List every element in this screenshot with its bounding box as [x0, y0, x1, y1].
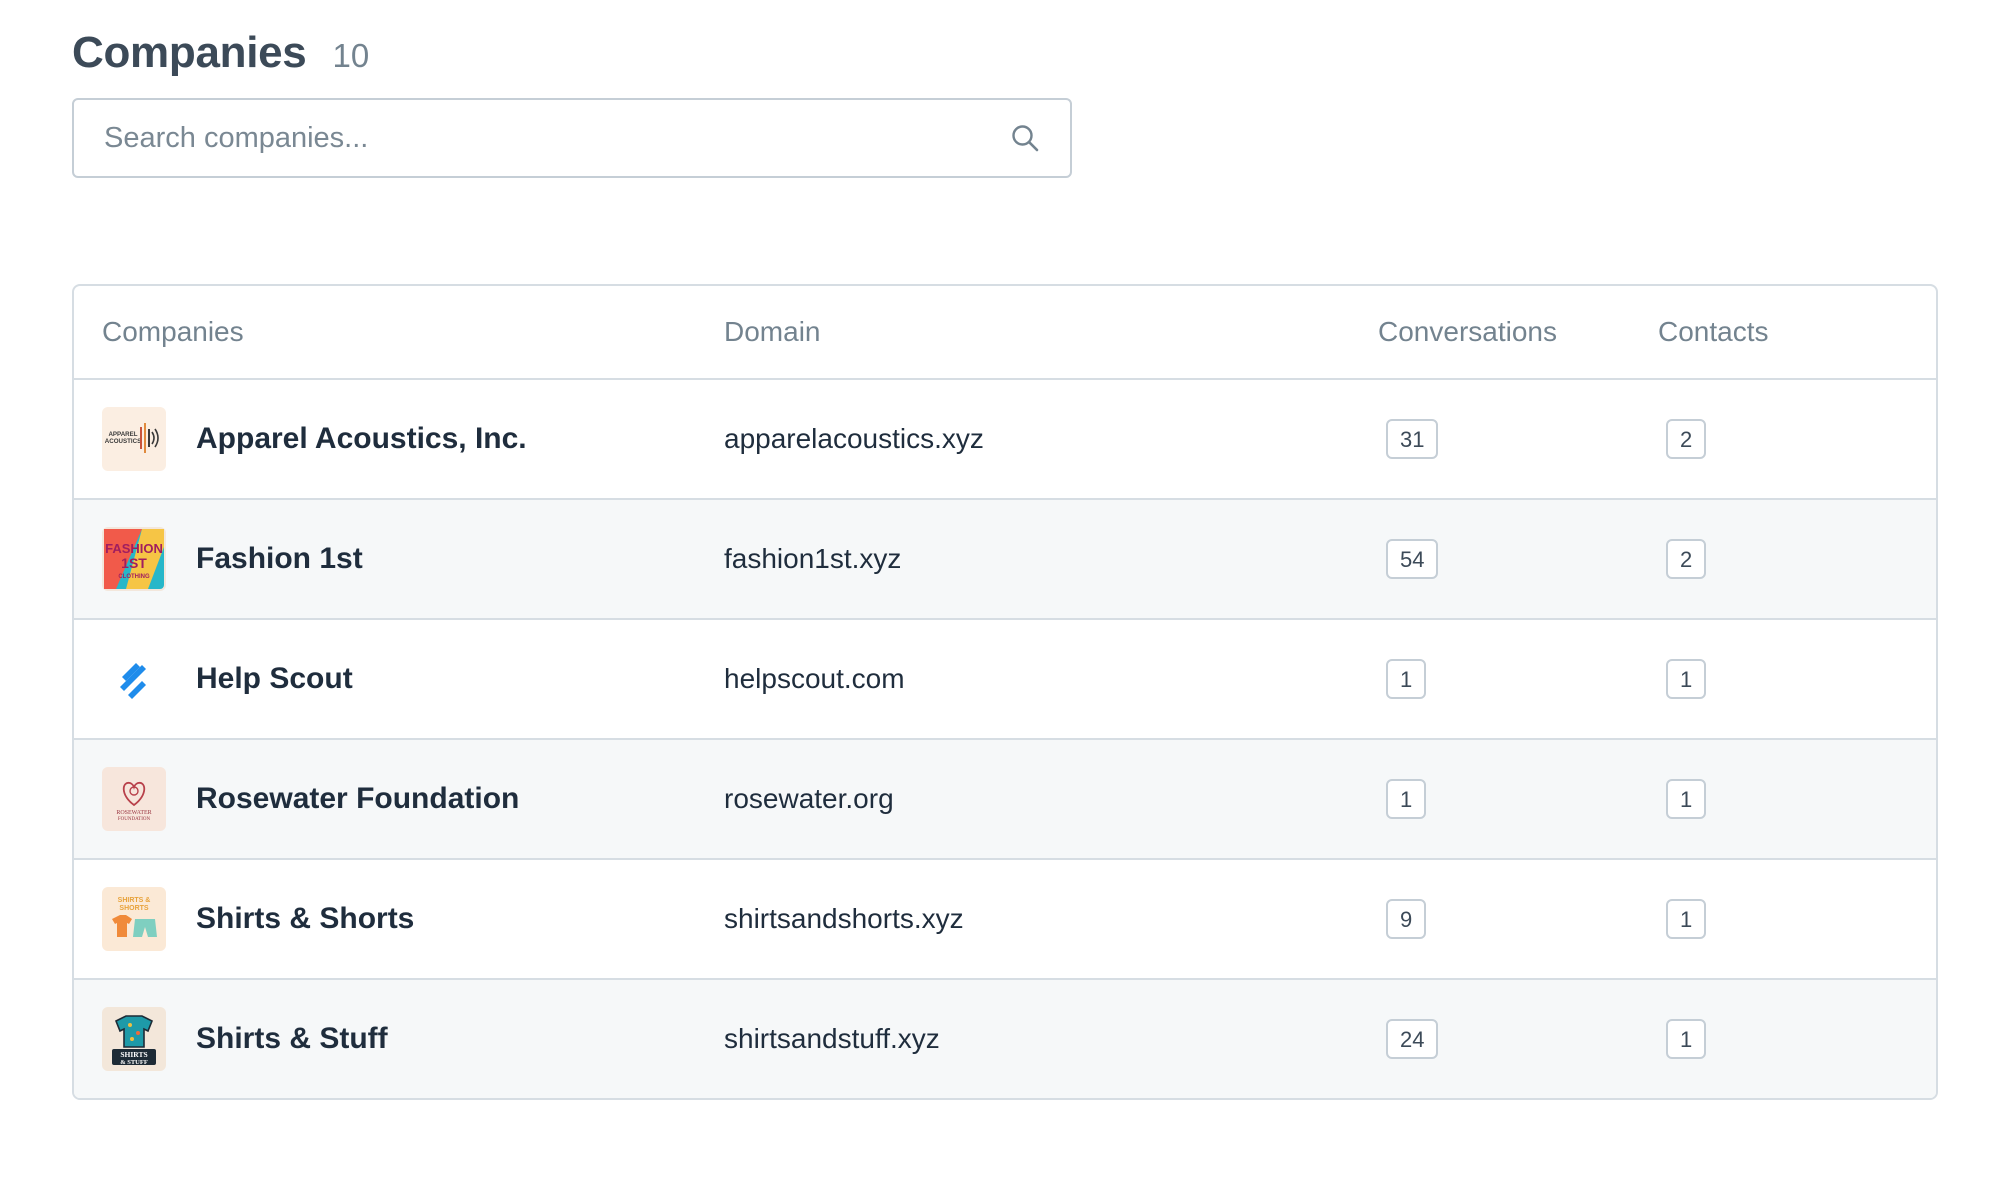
company-name[interactable]: Help Scout	[196, 662, 353, 696]
company-name[interactable]: Shirts & Shorts	[196, 902, 414, 936]
conversations-cell: 9	[1378, 899, 1658, 939]
conversations-cell: 54	[1378, 539, 1658, 579]
table-row[interactable]: SHIRTS & STUFF Shirts & Stuff shirtsands…	[74, 980, 1936, 1098]
contacts-cell: 2	[1658, 419, 1936, 459]
contacts-cell: 1	[1658, 659, 1936, 699]
conversations-cell: 31	[1378, 419, 1658, 459]
company-domain: helpscout.com	[724, 663, 905, 694]
column-header-companies[interactable]: Companies	[74, 316, 724, 348]
company-cell: SHIRTS & SHORTS Shirts & Shorts	[74, 887, 724, 951]
column-header-contacts[interactable]: Contacts	[1658, 316, 1936, 348]
conversations-count-badge: 54	[1386, 539, 1439, 579]
table-header: Companies Domain Conversations Contacts	[74, 286, 1936, 380]
search-field[interactable]	[72, 98, 1072, 178]
company-domain: shirtsandstuff.xyz	[724, 1023, 940, 1054]
search-icon[interactable]	[1008, 121, 1042, 155]
company-cell: ROSEWATER FOUNDATION Rosewater Foundatio…	[74, 767, 724, 831]
svg-text:FOUNDATION: FOUNDATION	[118, 817, 151, 822]
contacts-count-badge: 1	[1666, 659, 1707, 699]
conversations-cell: 1	[1378, 779, 1658, 819]
conversations-cell: 24	[1378, 1019, 1658, 1059]
domain-cell: rosewater.org	[724, 783, 1378, 815]
svg-text:& STUFF: & STUFF	[120, 1059, 148, 1066]
svg-text:SHORTS: SHORTS	[119, 905, 149, 912]
svg-text:SHIRTS: SHIRTS	[120, 1050, 147, 1059]
page-title: Companies	[72, 28, 307, 77]
svg-text:1ST: 1ST	[121, 555, 147, 571]
table-row[interactable]: APPAREL ACOUSTICS Apparel Acoustics, Inc…	[74, 380, 1936, 500]
search-input[interactable]	[104, 121, 1008, 155]
table-row[interactable]: SHIRTS & SHORTS Shirts & Shorts shirtsan…	[74, 860, 1936, 980]
svg-text:ROSEWATER: ROSEWATER	[116, 810, 151, 816]
conversations-count-badge: 24	[1386, 1019, 1439, 1059]
conversations-count-badge: 9	[1386, 899, 1427, 939]
contacts-count-badge: 1	[1666, 779, 1707, 819]
svg-text:SHIRTS &: SHIRTS &	[118, 897, 151, 904]
conversations-cell: 1	[1378, 659, 1658, 699]
table-row[interactable]: FASHION 1ST CLOTHING Fashion 1st fashion…	[74, 500, 1936, 620]
conversations-count-badge: 1	[1386, 659, 1427, 699]
conversations-count-badge: 31	[1386, 419, 1439, 459]
company-cell: Help Scout	[74, 647, 724, 711]
column-header-conversations[interactable]: Conversations	[1378, 316, 1658, 348]
shirts-and-shorts-logo: SHIRTS & SHORTS	[102, 887, 166, 951]
company-cell: APPAREL ACOUSTICS Apparel Acoustics, Inc…	[74, 407, 724, 471]
shirts-and-stuff-logo: SHIRTS & STUFF	[102, 1007, 166, 1071]
contacts-count-badge: 2	[1666, 419, 1707, 459]
company-name[interactable]: Apparel Acoustics, Inc.	[196, 422, 527, 456]
domain-cell: shirtsandshorts.xyz	[724, 903, 1378, 935]
contacts-cell: 1	[1658, 779, 1936, 819]
contacts-count-badge: 1	[1666, 899, 1707, 939]
rosewater-foundation-logo: ROSEWATER FOUNDATION	[102, 767, 166, 831]
help-scout-logo	[102, 647, 166, 711]
domain-cell: apparelacoustics.xyz	[724, 423, 1378, 455]
company-cell: SHIRTS & STUFF Shirts & Stuff	[74, 1007, 724, 1071]
column-header-domain[interactable]: Domain	[724, 316, 1378, 348]
company-domain: rosewater.org	[724, 783, 894, 814]
apparel-acoustics-logo: APPAREL ACOUSTICS	[102, 407, 166, 471]
domain-cell: helpscout.com	[724, 663, 1378, 695]
contacts-count-badge: 1	[1666, 1019, 1707, 1059]
conversations-count-badge: 1	[1386, 779, 1427, 819]
company-name[interactable]: Shirts & Stuff	[196, 1022, 388, 1056]
contacts-count-badge: 2	[1666, 539, 1707, 579]
svg-text:APPAREL: APPAREL	[108, 431, 137, 438]
company-domain: apparelacoustics.xyz	[724, 423, 984, 454]
company-cell: FASHION 1ST CLOTHING Fashion 1st	[74, 527, 724, 591]
table-row[interactable]: ROSEWATER FOUNDATION Rosewater Foundatio…	[74, 740, 1936, 860]
svg-text:ACOUSTICS: ACOUSTICS	[105, 438, 141, 445]
contacts-cell: 1	[1658, 899, 1936, 939]
page-header: Companies 10	[72, 28, 369, 78]
contacts-cell: 1	[1658, 1019, 1936, 1059]
company-count: 10	[332, 37, 370, 74]
table-row[interactable]: Help Scout helpscout.com 1 1	[74, 620, 1936, 740]
fashion-1st-logo: FASHION 1ST CLOTHING	[102, 527, 166, 591]
contacts-cell: 2	[1658, 539, 1936, 579]
company-name[interactable]: Rosewater Foundation	[196, 782, 519, 816]
svg-text:FASHION: FASHION	[105, 541, 163, 556]
company-domain: fashion1st.xyz	[724, 543, 902, 574]
companies-table: Companies Domain Conversations Contacts …	[72, 284, 1938, 1100]
company-name[interactable]: Fashion 1st	[196, 542, 363, 576]
svg-text:CLOTHING: CLOTHING	[118, 574, 150, 580]
domain-cell: fashion1st.xyz	[724, 543, 1378, 575]
domain-cell: shirtsandstuff.xyz	[724, 1023, 1378, 1055]
company-domain: shirtsandshorts.xyz	[724, 903, 964, 934]
